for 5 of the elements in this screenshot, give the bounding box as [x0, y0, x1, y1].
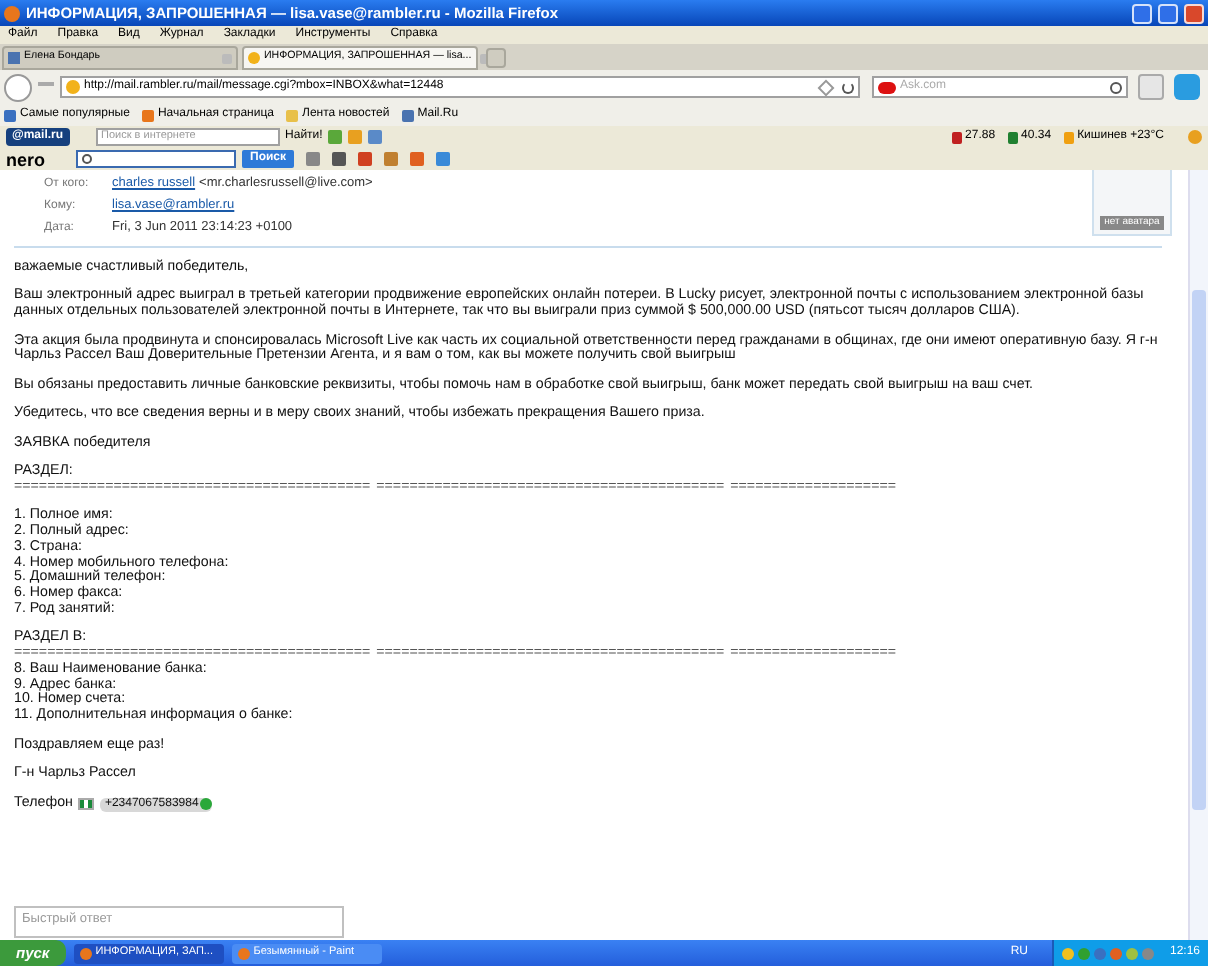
scrollbar[interactable] — [1188, 170, 1208, 940]
reload-icon[interactable] — [842, 81, 854, 93]
flag-icon — [78, 798, 95, 811]
nero-logo[interactable]: nero — [6, 149, 70, 169]
toolbar-search-field[interactable] — [76, 150, 236, 168]
